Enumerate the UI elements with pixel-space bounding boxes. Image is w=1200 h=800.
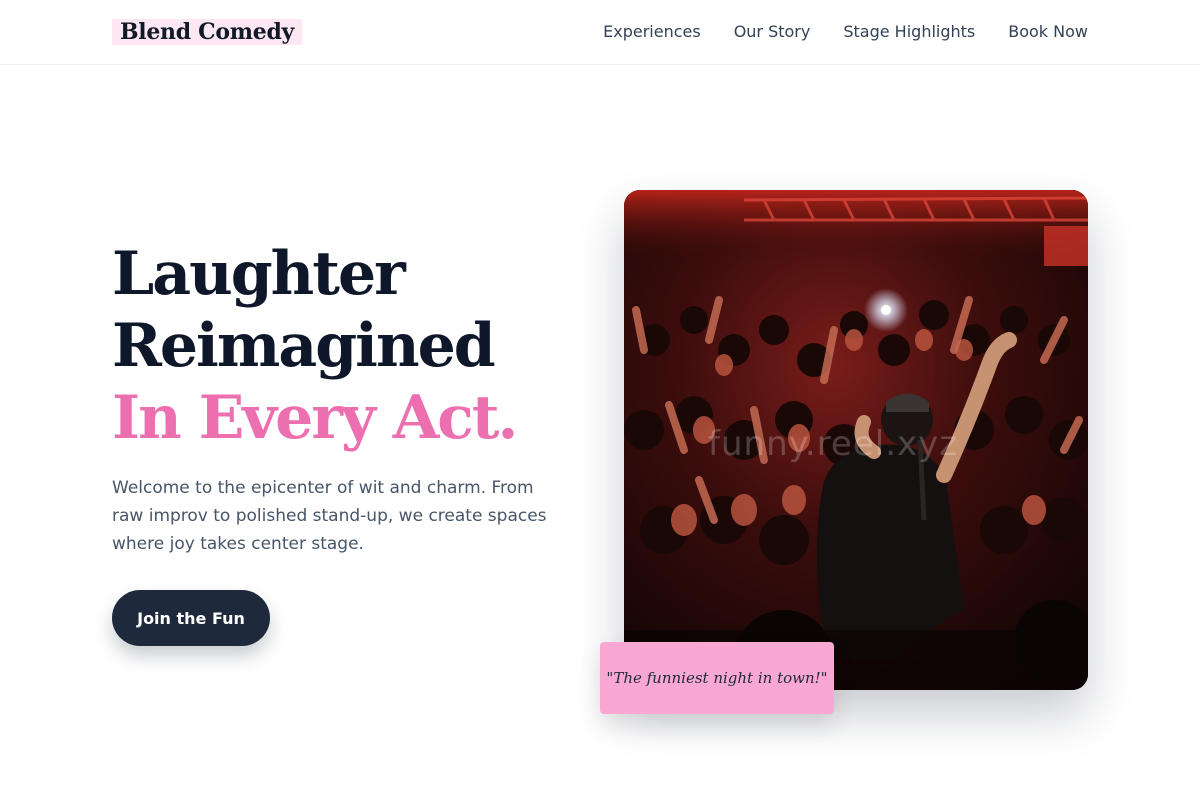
nav-link-stage-highlights[interactable]: Stage Highlights: [843, 22, 975, 42]
testimonial-quote: "The funniest night in town!": [606, 669, 828, 687]
main-nav: Experiences Our Story Stage Highlights B…: [603, 22, 1088, 42]
hero-title-line-2: Reimagined: [112, 311, 496, 381]
brand-logo[interactable]: Blend Comedy: [112, 19, 303, 45]
nav-link-our-story[interactable]: Our Story: [734, 22, 811, 42]
hero-title-accent: In Every Act.: [112, 383, 518, 453]
testimonial-card: "The funniest night in town!": [600, 642, 834, 714]
photo-watermark: funny.reel.xyz: [708, 424, 959, 464]
hero-title: Laughter Reimagined In Every Act.: [112, 238, 572, 454]
nav-link-book-now[interactable]: Book Now: [1008, 22, 1088, 42]
join-the-fun-button[interactable]: Join the Fun: [112, 590, 270, 646]
site-header: Blend Comedy Experiences Our Story Stage…: [0, 0, 1200, 65]
nav-link-experiences[interactable]: Experiences: [603, 22, 701, 42]
hero-description: Welcome to the epicenter of wit and char…: [112, 478, 547, 554]
hero-title-line-1: Laughter: [112, 239, 406, 309]
